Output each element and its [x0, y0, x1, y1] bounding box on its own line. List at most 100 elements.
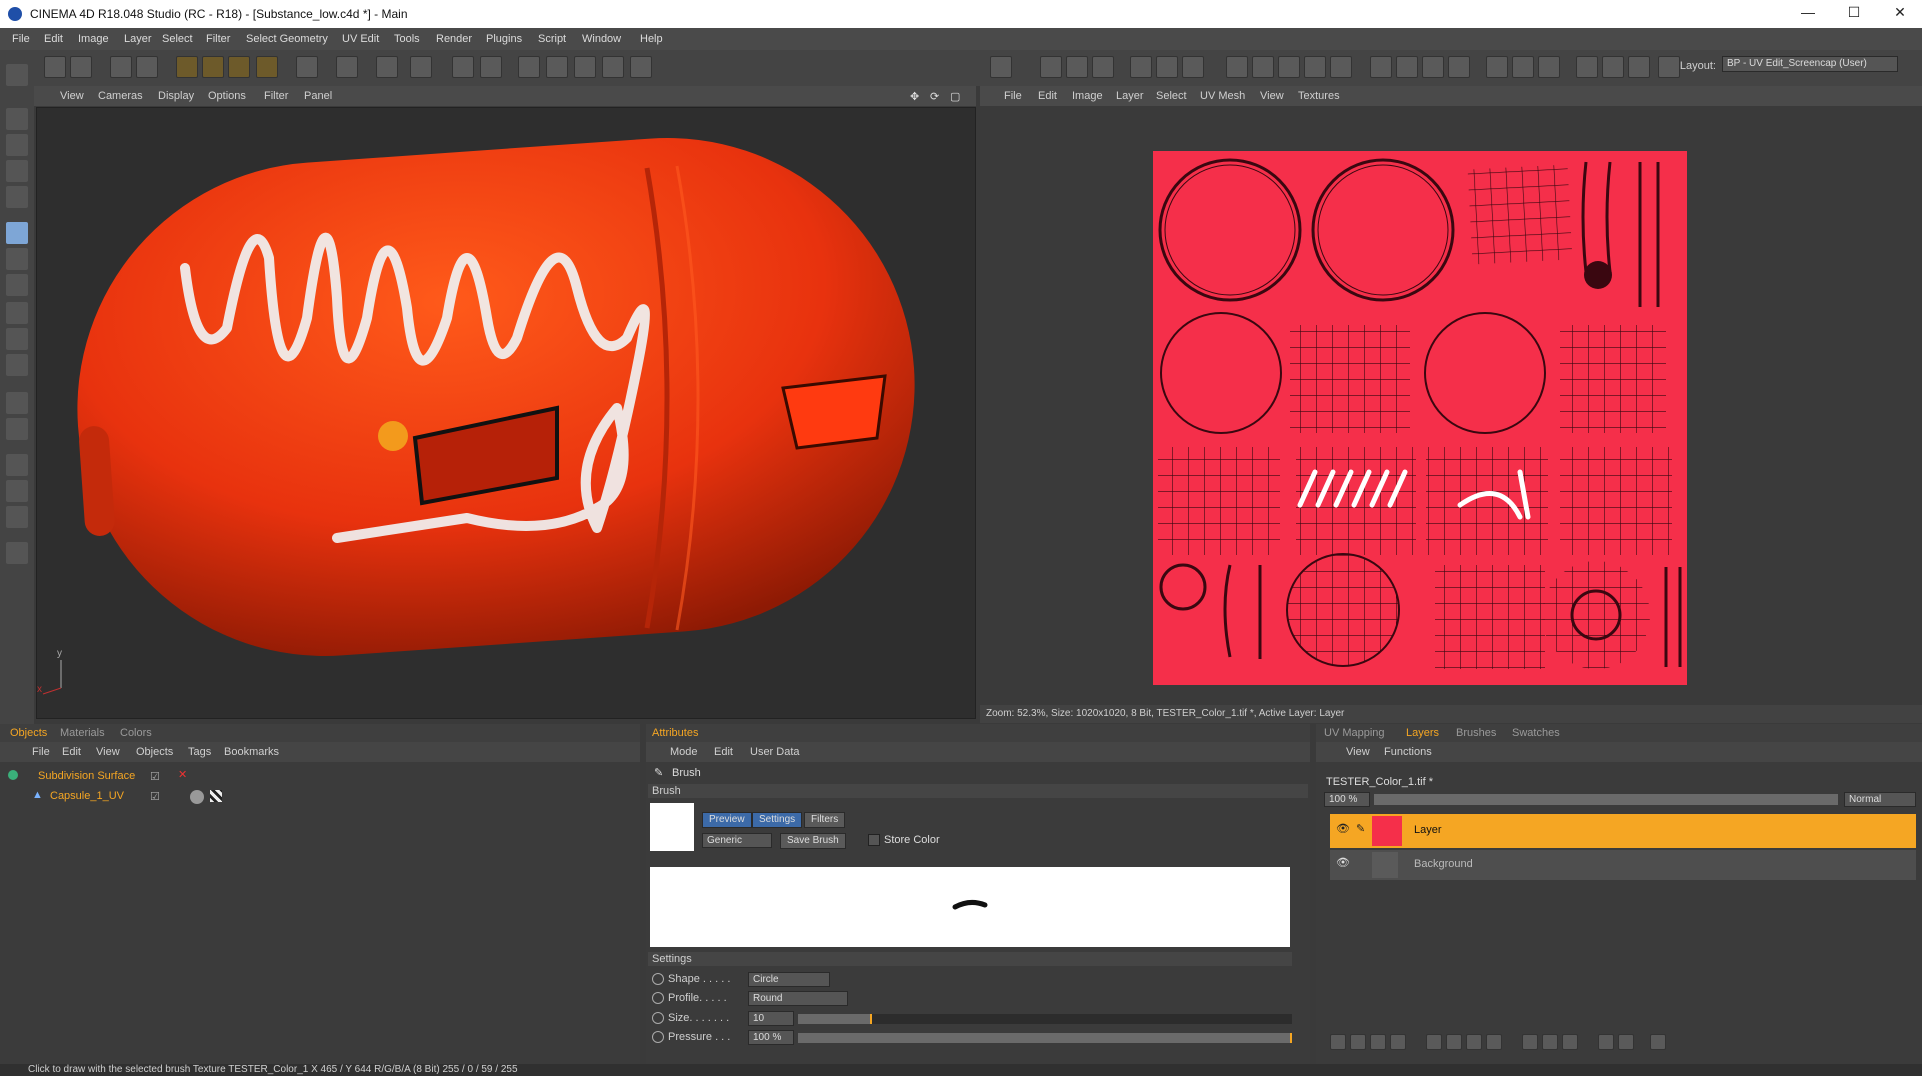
tab-settings[interactable]: Settings — [752, 812, 803, 828]
minimize-button[interactable]: — — [1788, 4, 1828, 24]
uv-tool-8-icon[interactable] — [1252, 56, 1274, 78]
layer-tool-8-icon[interactable] — [1486, 1034, 1502, 1050]
uv-points-icon[interactable] — [602, 56, 624, 78]
layer-visibility-icon[interactable]: 👁 — [1336, 822, 1350, 835]
smudge-tool-icon[interactable] — [6, 354, 28, 376]
brush-tool-icon[interactable] — [6, 222, 28, 244]
menu-tools[interactable]: Tools — [394, 33, 420, 45]
uv-menu-layer[interactable]: Layer — [1116, 90, 1144, 102]
tab-materials[interactable]: Materials — [60, 727, 105, 739]
zoom-tool-icon[interactable] — [6, 480, 28, 502]
uv-menu-uv-mesh[interactable]: UV Mesh — [1200, 90, 1245, 102]
uvw-tag-icon[interactable] — [210, 790, 222, 802]
menu-uv-edit[interactable]: UV Edit — [342, 33, 379, 45]
pressure-input[interactable]: 100 % — [748, 1030, 794, 1045]
scale-icon[interactable] — [202, 56, 224, 78]
uv-tool-17-icon[interactable] — [1512, 56, 1534, 78]
move-icon[interactable] — [176, 56, 198, 78]
size-input[interactable]: 10 — [748, 1011, 794, 1026]
obj-menu-bookmarks[interactable]: Bookmarks — [224, 746, 279, 758]
color-swatch-icon[interactable] — [6, 506, 28, 528]
drop-tool-icon[interactable] — [6, 328, 28, 350]
tab-preview[interactable]: Preview — [702, 812, 752, 828]
menu-image[interactable]: Image — [78, 33, 109, 45]
maximize-button[interactable]: ☐ — [1834, 4, 1874, 24]
paint-3d-icon[interactable] — [336, 56, 358, 78]
capsule-object[interactable] — [61, 121, 931, 672]
paint-icon[interactable] — [296, 56, 318, 78]
menu-layer[interactable]: Layer — [124, 33, 152, 45]
object-row[interactable]: ▲ Capsule_1_UV ☑ — [26, 788, 626, 806]
uv-menu-file[interactable]: File — [1004, 90, 1022, 102]
uv-tool-22-icon[interactable] — [1658, 56, 1680, 78]
vp-menu-panel[interactable]: Panel — [304, 90, 332, 102]
vp-menu-options[interactable]: Options — [208, 90, 246, 102]
layer-edit-icon[interactable]: ✎ — [1356, 822, 1365, 835]
rotate-icon[interactable] — [228, 56, 250, 78]
shape-radio[interactable] — [652, 973, 664, 985]
uv-tool-12-icon[interactable] — [1370, 56, 1392, 78]
visibility-icon[interactable]: ☑ — [150, 770, 160, 783]
uv-tool-5-icon[interactable] — [1156, 56, 1178, 78]
tool-5-icon[interactable] — [6, 186, 28, 208]
menu-script[interactable]: Script — [538, 33, 566, 45]
tool-last-icon[interactable] — [6, 542, 28, 564]
profile-radio[interactable] — [652, 992, 664, 1004]
attr-menu-user-data[interactable]: User Data — [750, 746, 800, 758]
blend-mode-dropdown[interactable]: Normal — [1844, 792, 1916, 807]
layout-select[interactable]: BP - UV Edit_Screencap (User) — [1722, 56, 1898, 72]
obj-menu-tags[interactable]: Tags — [188, 746, 211, 758]
vp-menu-display[interactable]: Display — [158, 90, 194, 102]
live-select-icon[interactable] — [136, 56, 158, 78]
pressure-slider[interactable] — [798, 1033, 1292, 1043]
layer-tool-7-icon[interactable] — [1466, 1034, 1482, 1050]
uv-tool-14-icon[interactable] — [1422, 56, 1444, 78]
object-row[interactable]: Subdivision Surface ☑ ✕ — [8, 768, 628, 786]
layer-opacity-input[interactable]: 100 % — [1324, 792, 1370, 807]
opacity-slider[interactable] — [1374, 794, 1838, 805]
uv-tool-15-icon[interactable] — [1448, 56, 1470, 78]
layers-menu-view[interactable]: View — [1346, 746, 1370, 758]
new-folder-icon[interactable] — [1350, 1034, 1366, 1050]
axis-icon[interactable] — [410, 56, 432, 78]
menu-file[interactable]: File — [12, 33, 30, 45]
uv-tool-18-icon[interactable] — [1538, 56, 1560, 78]
layer-tool-14-icon[interactable] — [1650, 1034, 1666, 1050]
pressure-radio[interactable] — [652, 1031, 664, 1043]
mask-icon[interactable] — [1370, 1034, 1386, 1050]
menu-help[interactable]: Help — [640, 33, 663, 45]
brush-preview-thumb[interactable] — [650, 803, 694, 851]
text-tool-icon[interactable] — [6, 392, 28, 414]
menu-select-geometry[interactable]: Select Geometry — [246, 33, 328, 45]
tool-2-icon[interactable] — [6, 108, 28, 130]
polygons-mode-icon[interactable] — [574, 56, 596, 78]
obj-menu-objects[interactable]: Objects — [136, 746, 173, 758]
3d-viewport[interactable]: y x — [36, 107, 976, 719]
stamp-tool-icon[interactable] — [6, 248, 28, 270]
close-button[interactable]: ✕ — [1880, 4, 1920, 24]
uv-tool-1-icon[interactable] — [1040, 56, 1062, 78]
layer-row[interactable]: 👁 ✎ Layer — [1330, 814, 1916, 848]
eraser-tool-icon[interactable] — [6, 274, 28, 296]
vp-menu-view[interactable]: View — [60, 90, 84, 102]
uv-tool-6-icon[interactable] — [1182, 56, 1204, 78]
tab-objects[interactable]: Objects — [10, 727, 47, 739]
maximize-view-icon[interactable]: ▢ — [950, 90, 960, 103]
uv-menu-select[interactable]: Select — [1156, 90, 1187, 102]
layer-tool-12-icon[interactable] — [1598, 1034, 1614, 1050]
select-icon[interactable] — [110, 56, 132, 78]
layer-tool-6-icon[interactable] — [1446, 1034, 1462, 1050]
layer-tool-9-icon[interactable] — [1522, 1034, 1538, 1050]
uv-menu-edit[interactable]: Edit — [1038, 90, 1057, 102]
layer-row[interactable]: 👁 Background — [1330, 850, 1916, 880]
uv-tool-4-icon[interactable] — [1130, 56, 1152, 78]
menu-edit[interactable]: Edit — [44, 33, 63, 45]
uv-tool-2-icon[interactable] — [1066, 56, 1088, 78]
size-radio[interactable] — [652, 1012, 664, 1024]
tab-brushes[interactable]: Brushes — [1456, 727, 1496, 739]
uv-editor-canvas[interactable] — [980, 107, 1922, 705]
uv-tool-10-icon[interactable] — [1304, 56, 1326, 78]
layer-visibility-icon[interactable]: 👁 — [1336, 856, 1350, 869]
uv-tool-19-icon[interactable] — [1576, 56, 1598, 78]
tab-colors[interactable]: Colors — [120, 727, 152, 739]
